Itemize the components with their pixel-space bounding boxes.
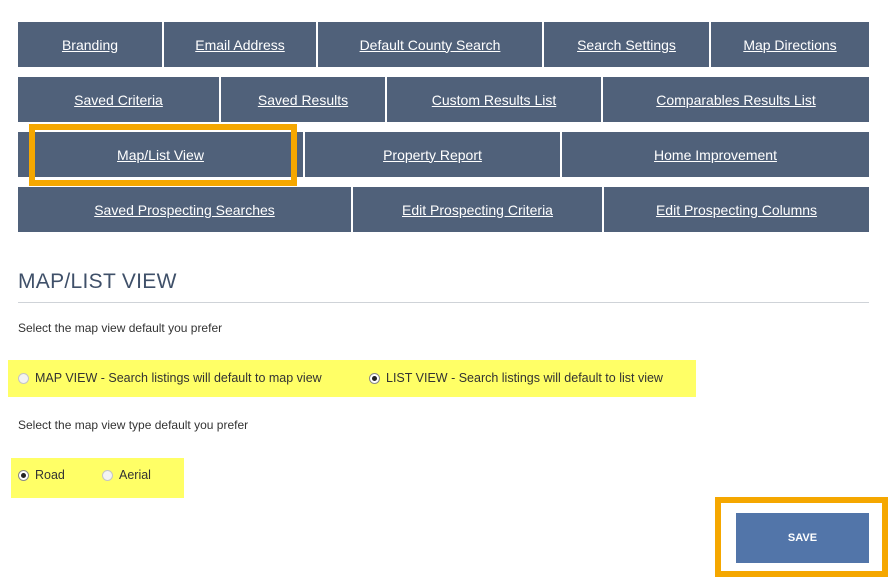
tab-edit-prospecting-criteria[interactable]: Edit Prospecting Criteria — [353, 187, 604, 232]
tab-home-improvement[interactable]: Home Improvement — [562, 132, 869, 177]
aerial-radio-option[interactable]: Aerial — [102, 468, 151, 482]
tab-saved-criteria[interactable]: Saved Criteria — [18, 77, 221, 122]
list-view-label: LIST VIEW - Search listings will default… — [386, 371, 663, 385]
tab-search-settings[interactable]: Search Settings — [544, 22, 711, 67]
title-divider — [18, 302, 869, 303]
view-prompt: Select the map view default you prefer — [18, 321, 223, 335]
road-radio[interactable] — [18, 469, 29, 481]
tab-default-county-search[interactable]: Default County Search — [318, 22, 544, 67]
type-prompt: Select the map view type default you pre… — [18, 418, 249, 432]
tab-saved-prospecting-searches[interactable]: Saved Prospecting Searches — [18, 187, 353, 232]
tab-map-directions[interactable]: Map Directions — [711, 22, 869, 67]
road-radio-option[interactable]: Road — [18, 468, 65, 482]
tab-branding[interactable]: Branding — [18, 22, 164, 67]
list-view-radio-option[interactable]: LIST VIEW - Search listings will default… — [369, 371, 663, 385]
nav-row-3: Map/List View Property Report Home Impro… — [18, 132, 869, 177]
nav-row-2: Saved Criteria Saved Results Custom Resu… — [18, 77, 869, 122]
tab-comparables-results-list[interactable]: Comparables Results List — [603, 77, 869, 122]
tab-edit-prospecting-columns[interactable]: Edit Prospecting Columns — [604, 187, 869, 232]
tab-property-report[interactable]: Property Report — [305, 132, 562, 177]
page-title: MAP/LIST VIEW — [18, 270, 177, 293]
save-button[interactable]: SAVE — [736, 513, 869, 563]
road-label: Road — [35, 468, 65, 482]
map-view-label: MAP VIEW - Search listings will default … — [35, 371, 322, 385]
aerial-radio[interactable] — [102, 469, 113, 481]
tab-map-list-view[interactable]: Map/List View — [18, 132, 305, 177]
map-view-radio-option[interactable]: MAP VIEW - Search listings will default … — [18, 371, 322, 385]
tab-custom-results-list[interactable]: Custom Results List — [387, 77, 603, 122]
list-view-radio[interactable] — [369, 372, 380, 384]
tab-saved-results[interactable]: Saved Results — [221, 77, 387, 122]
nav-row-4: Saved Prospecting Searches Edit Prospect… — [18, 187, 869, 232]
aerial-label: Aerial — [119, 468, 151, 482]
nav-row-1: Branding Email Address Default County Se… — [18, 22, 869, 67]
map-view-radio[interactable] — [18, 372, 29, 384]
tab-email-address[interactable]: Email Address — [164, 22, 318, 67]
